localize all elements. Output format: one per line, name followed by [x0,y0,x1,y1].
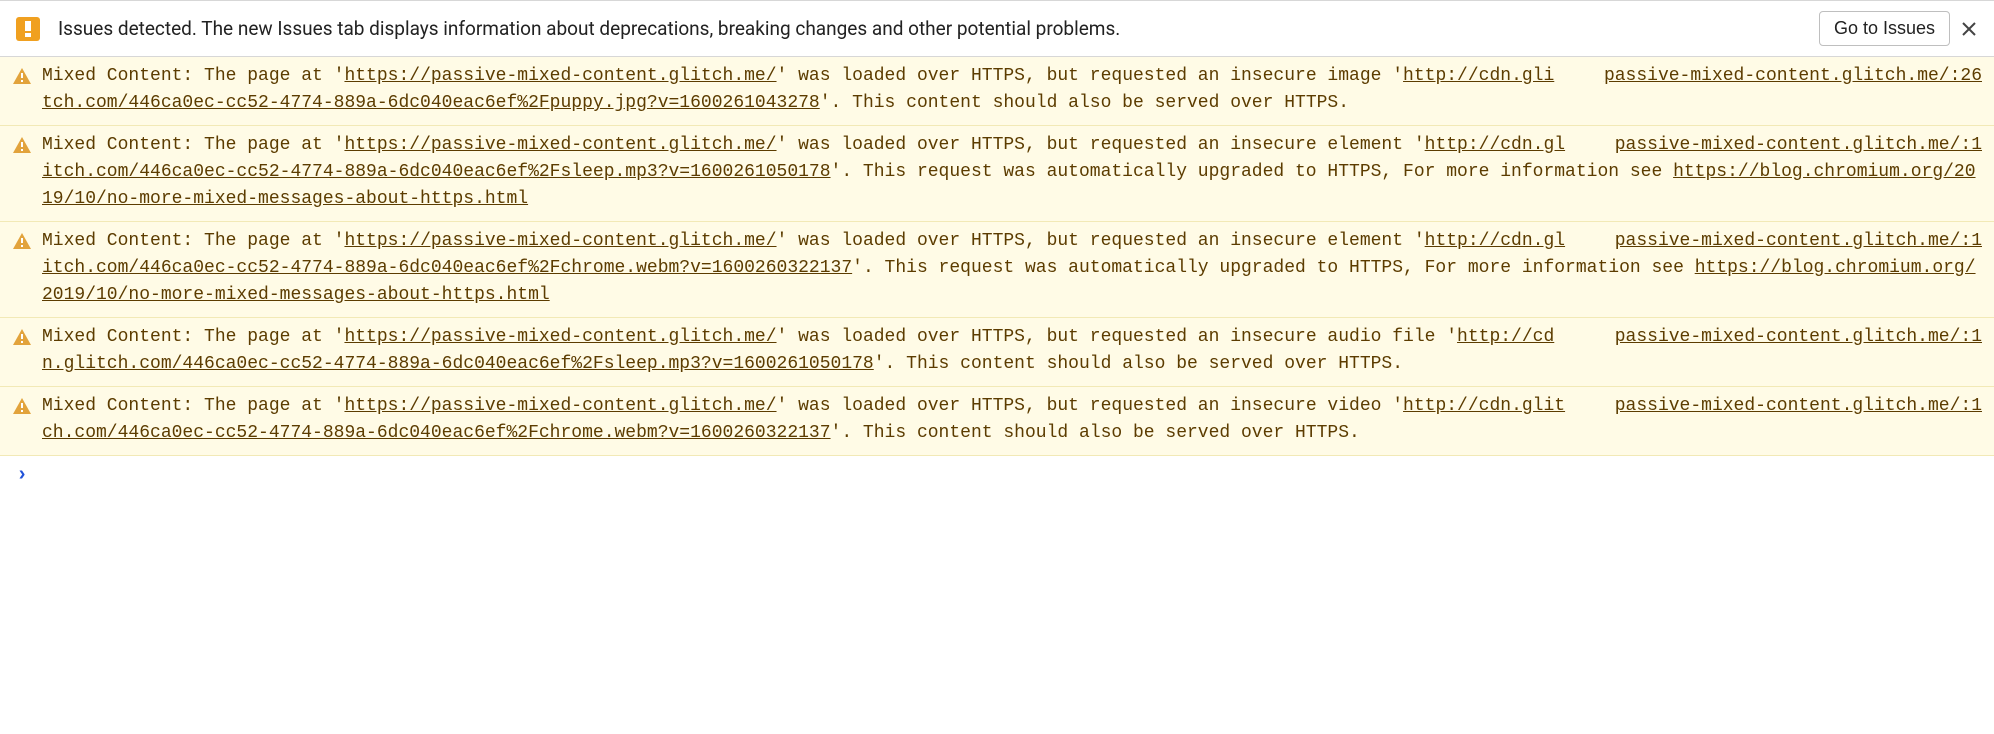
issues-banner: Issues detected. The new Issues tab disp… [0,0,1994,57]
warning-icon [12,396,32,416]
warn-text: ' was loaded over HTTPS, but requested a… [777,66,1404,86]
warn-text: '. This request was automatically upgrad… [852,258,1695,278]
go-to-issues-button[interactable]: Go to Issues [1819,11,1950,46]
warn-text: ' was loaded over HTTPS, but requested a… [777,135,1425,155]
warn-url[interactable]: https://passive-mixed-content.glitch.me/ [344,327,776,347]
warn-url[interactable]: https://passive-mixed-content.glitch.me/ [344,135,776,155]
warning-message: passive-mixed-content.glitch.me/:1 Mixed… [42,132,1982,213]
warning-message: passive-mixed-content.glitch.me/:1 Mixed… [42,324,1982,378]
warning-source-link[interactable]: passive-mixed-content.glitch.me/:1 [1615,132,1982,159]
issues-banner-text: Issues detected. The new Issues tab disp… [58,17,1819,40]
console-warning-row[interactable]: passive-mixed-content.glitch.me/:1 Mixed… [0,126,1994,222]
warn-text: ' was loaded over HTTPS, but requested a… [777,327,1458,347]
warn-text: '. This content should also be served ov… [820,93,1349,113]
console-warning-row[interactable]: passive-mixed-content.glitch.me/:1 Mixed… [0,222,1994,318]
warn-text: ' was loaded over HTTPS, but requested a… [777,396,1404,416]
warning-source-link[interactable]: passive-mixed-content.glitch.me/:1 [1615,228,1982,255]
warning-icon [12,231,32,251]
console-warning-row[interactable]: passive-mixed-content.glitch.me/:1 Mixed… [0,318,1994,387]
warning-message: passive-mixed-content.glitch.me/:26 Mixe… [42,63,1982,117]
warn-text: '. This content should also be served ov… [874,354,1403,374]
warning-source-link[interactable]: passive-mixed-content.glitch.me/:1 [1615,393,1982,420]
warning-icon [12,135,32,155]
warn-text: '. This request was automatically upgrad… [831,162,1674,182]
warning-source-link[interactable]: passive-mixed-content.glitch.me/:1 [1615,324,1982,351]
warn-url[interactable]: https://passive-mixed-content.glitch.me/ [344,396,776,416]
warn-text: Mixed Content: The page at ' [42,396,344,416]
warn-text: Mixed Content: The page at ' [42,231,344,251]
close-icon[interactable] [1960,20,1978,38]
warning-icon [12,66,32,86]
warn-text: Mixed Content: The page at ' [42,135,344,155]
warn-text: '. This content should also be served ov… [831,423,1360,443]
warn-text: Mixed Content: The page at ' [42,66,344,86]
console-prompt[interactable]: › [0,456,1994,495]
warning-message: passive-mixed-content.glitch.me/:1 Mixed… [42,228,1982,309]
warning-source-link[interactable]: passive-mixed-content.glitch.me/:26 [1604,63,1982,90]
warning-message: passive-mixed-content.glitch.me/:1 Mixed… [42,393,1982,447]
warn-url[interactable]: https://passive-mixed-content.glitch.me/ [344,231,776,251]
issues-icon [16,17,40,41]
console-warning-row[interactable]: passive-mixed-content.glitch.me/:1 Mixed… [0,387,1994,456]
warning-icon [12,327,32,347]
console-warnings: passive-mixed-content.glitch.me/:26 Mixe… [0,57,1994,456]
warn-text: ' was loaded over HTTPS, but requested a… [777,231,1425,251]
warn-text: Mixed Content: The page at ' [42,327,344,347]
console-warning-row[interactable]: passive-mixed-content.glitch.me/:26 Mixe… [0,57,1994,126]
warn-url[interactable]: https://passive-mixed-content.glitch.me/ [344,66,776,86]
